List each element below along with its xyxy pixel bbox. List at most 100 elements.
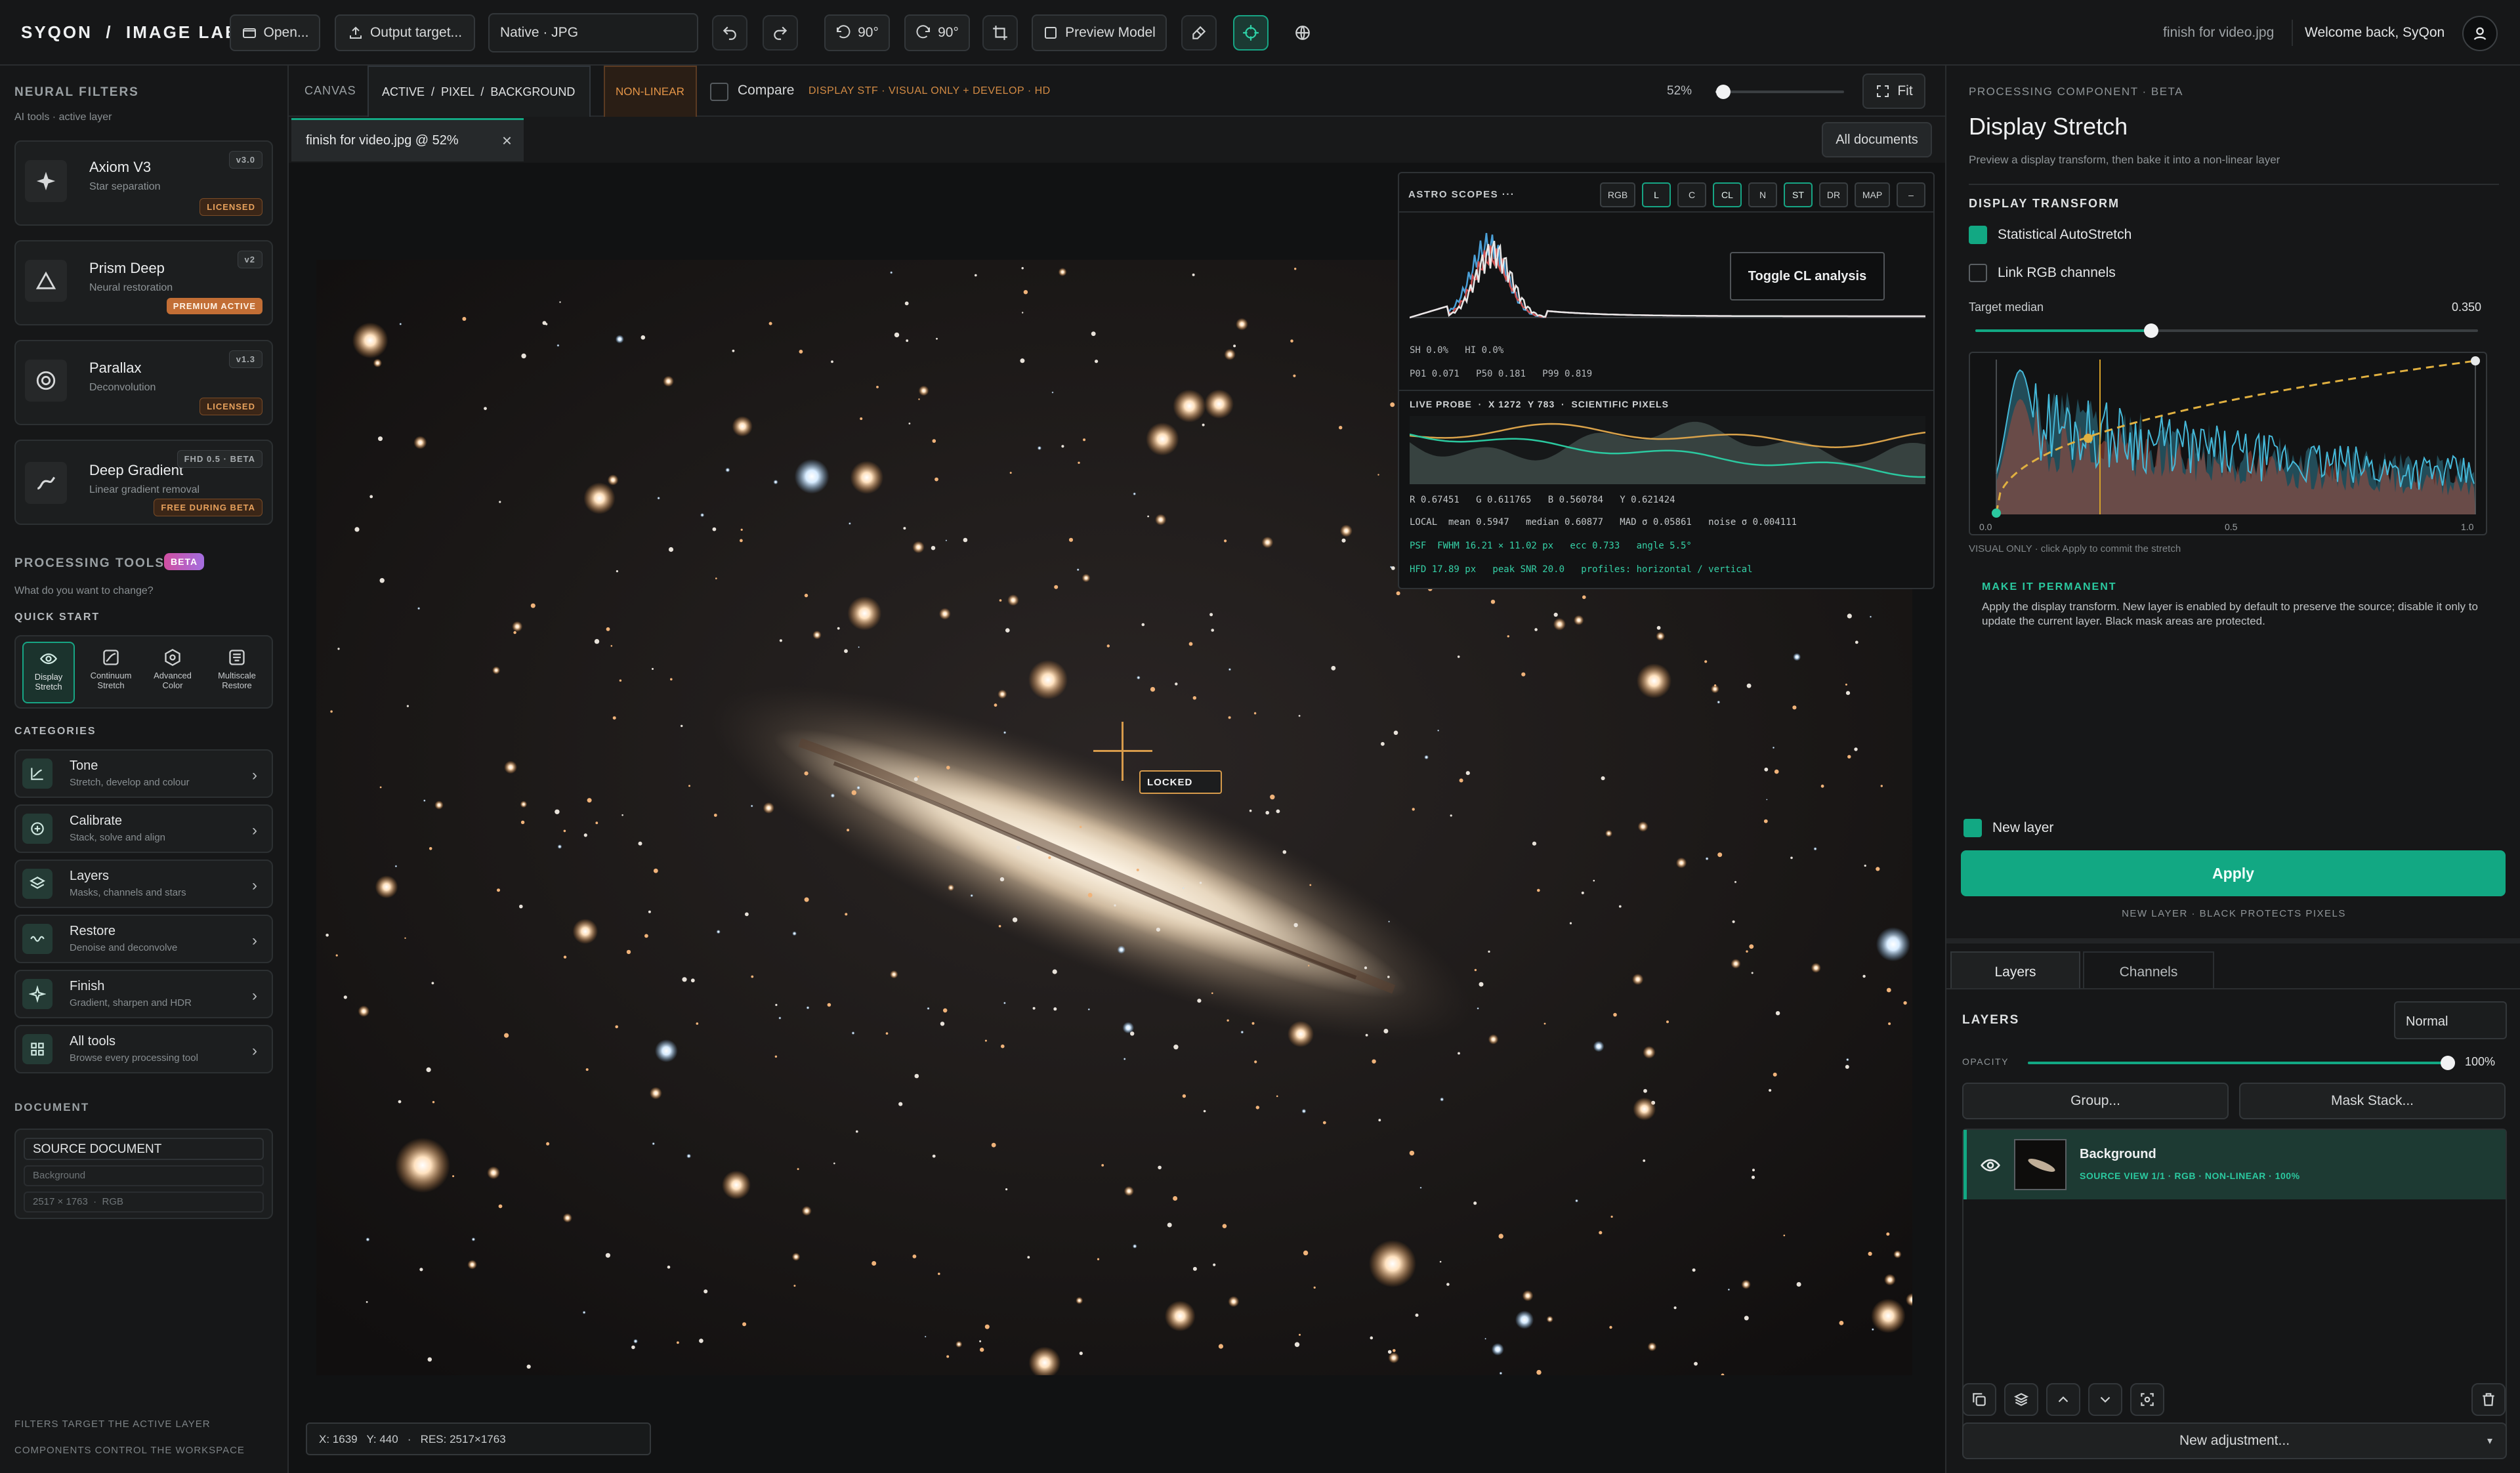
opacity-value: 100% (2465, 1055, 2496, 1068)
open-button[interactable]: Open... (230, 14, 320, 51)
star (1387, 976, 1390, 978)
star (1293, 374, 1296, 377)
delete-layer-button[interactable] (2471, 1383, 2506, 1416)
star (1783, 1234, 1786, 1237)
close-icon[interactable]: × (502, 131, 512, 151)
layer-row-background[interactable]: Background SOURCE VIEW 1/1 · RGB · NON-L… (1964, 1130, 2506, 1199)
star (682, 977, 687, 982)
user-avatar[interactable] (2462, 16, 2498, 51)
star (1792, 705, 1797, 710)
star (1673, 1306, 1677, 1310)
filter-card-parallax[interactable]: Parallax Deconvolution v1.3 LICENSED (14, 340, 273, 425)
tab-layers[interactable]: Layers (1950, 951, 2080, 989)
star (1182, 887, 1185, 889)
new-adjustment-button[interactable]: New adjustment... ▾ (1962, 1422, 2507, 1459)
category-tone[interactable]: Tone Stretch, develop and colour › (14, 749, 273, 798)
filter-desc: Star separation (89, 181, 161, 192)
all-documents-button[interactable]: All documents (1822, 122, 1932, 157)
non-linear-badge[interactable]: NON-LINEAR (604, 66, 697, 117)
compare-checkbox[interactable] (710, 83, 728, 101)
star (644, 934, 648, 938)
move-up-button[interactable] (2046, 1383, 2080, 1416)
link-rgb-checkbox[interactable] (1969, 264, 1987, 282)
scope-button-c[interactable]: C (1677, 182, 1706, 207)
scope-button-n[interactable]: N (1748, 182, 1777, 207)
stretch-curve-panel[interactable]: 0.0 0.5 1.0 (1969, 352, 2487, 535)
crosshair-button[interactable] (1233, 15, 1269, 51)
star (668, 547, 674, 552)
fit-button[interactable]: Fit (1862, 73, 1925, 109)
scope-button-l[interactable]: L (1642, 182, 1671, 207)
quick-multiscale-restore[interactable]: Multiscale Restore (206, 642, 268, 703)
filter-card-deep-gradient[interactable]: Deep Gradient Linear gradient removal FH… (14, 440, 273, 525)
star (587, 798, 592, 803)
new-layer-checkbox[interactable] (1964, 819, 1982, 837)
scope-button-dr[interactable]: DR (1819, 182, 1848, 207)
toggle-cl-tooltip[interactable]: Toggle CL analysis (1730, 252, 1885, 301)
filter-card-prism[interactable]: Prism Deep Neural restoration v2 PREMIUM… (14, 240, 273, 325)
doc-name-field[interactable]: SOURCE DOCUMENT (24, 1138, 264, 1160)
crop-button[interactable] (982, 15, 1018, 51)
target-median-thumb[interactable] (2144, 323, 2159, 338)
star (999, 877, 1005, 882)
apply-button[interactable]: Apply (1961, 850, 2506, 896)
rotate-cw-button[interactable]: 90° (904, 14, 970, 51)
scope-button-st[interactable]: ST (1784, 182, 1813, 207)
quick-continuum-stretch[interactable]: Continuum Stretch (83, 642, 139, 703)
preview-model-button[interactable]: Preview Model (1032, 14, 1167, 51)
undo-button[interactable] (712, 15, 747, 51)
quick-display-stretch[interactable]: Display Stretch (22, 642, 75, 703)
zoom-slider[interactable] (1715, 85, 1844, 99)
redo-button[interactable] (763, 15, 798, 51)
category-finish[interactable]: Finish Gradient, sharpen and HDR › (14, 970, 273, 1018)
move-down-button[interactable] (2088, 1383, 2122, 1416)
quick-advanced-color[interactable]: Advanced Color (144, 642, 201, 703)
star (352, 322, 388, 359)
output-target-button[interactable]: Output target... (335, 14, 475, 51)
quick-label: Advanced (154, 671, 192, 680)
eye-visibility-icon[interactable] (1980, 1155, 2001, 1176)
category-all-tools[interactable]: All tools Browse every processing tool › (14, 1025, 273, 1073)
star (1228, 1296, 1240, 1308)
star (1079, 825, 1082, 829)
star (984, 1324, 990, 1329)
document-tab[interactable]: finish for video.jpg @ 52% × (291, 118, 524, 161)
stack-layer-button[interactable] (2004, 1383, 2038, 1416)
quick-label: Display (34, 672, 63, 682)
eraser-button[interactable] (1181, 15, 1217, 51)
layer-path-tab[interactable]: ACTIVE / PIXEL / BACKGROUND (368, 66, 591, 117)
scope-button-collapse[interactable]: – (1897, 182, 1925, 207)
star (1769, 1089, 1772, 1092)
star (1068, 537, 1074, 542)
star (452, 1175, 455, 1178)
rotate-ccw-button[interactable]: 90° (824, 14, 890, 51)
scope-button-map[interactable]: MAP (1855, 182, 1890, 207)
sparkle-icon (25, 160, 67, 202)
star (792, 931, 797, 936)
zoom-slider-thumb[interactable] (1715, 85, 1731, 99)
opacity-thumb[interactable] (2441, 1056, 2455, 1070)
star (1007, 594, 1019, 606)
target-median-slider[interactable] (1975, 323, 2478, 338)
category-calibrate[interactable]: Calibrate Stack, solve and align › (14, 804, 273, 853)
opacity-slider[interactable] (2028, 1056, 2455, 1070)
display-transform-title: DISPLAY TRANSFORM (1969, 197, 2120, 210)
blend-mode-select[interactable]: Normal (2394, 1001, 2507, 1039)
scope-button-cl[interactable]: CL (1713, 182, 1742, 207)
auto-stretch-label: Statistical AutoStretch (1998, 227, 2132, 242)
group-button[interactable]: Group... (1962, 1083, 2229, 1119)
mask-stack-button[interactable]: Mask Stack... (2239, 1083, 2506, 1119)
tab-channels[interactable]: Channels (2083, 951, 2214, 989)
focus-layer-button[interactable] (2130, 1383, 2164, 1416)
format-select[interactable]: Native · JPG (488, 13, 698, 52)
scope-button-rgb[interactable]: RGB (1600, 182, 1635, 207)
target-median-value: 0.350 (2452, 301, 2482, 314)
globe-button[interactable] (1285, 15, 1320, 51)
duplicate-layer-button[interactable] (1962, 1383, 1996, 1416)
category-layers[interactable]: Layers Masks, channels and stars › (14, 860, 273, 908)
auto-stretch-checkbox[interactable] (1969, 226, 1987, 244)
filter-card-axiom[interactable]: Axiom V3 Star separation v3.0 LICENSED (14, 140, 273, 226)
category-restore[interactable]: Restore Denoise and deconvolve › (14, 915, 273, 963)
doc-layer-field[interactable]: Background (24, 1165, 264, 1186)
category-name: Finish (70, 979, 105, 993)
